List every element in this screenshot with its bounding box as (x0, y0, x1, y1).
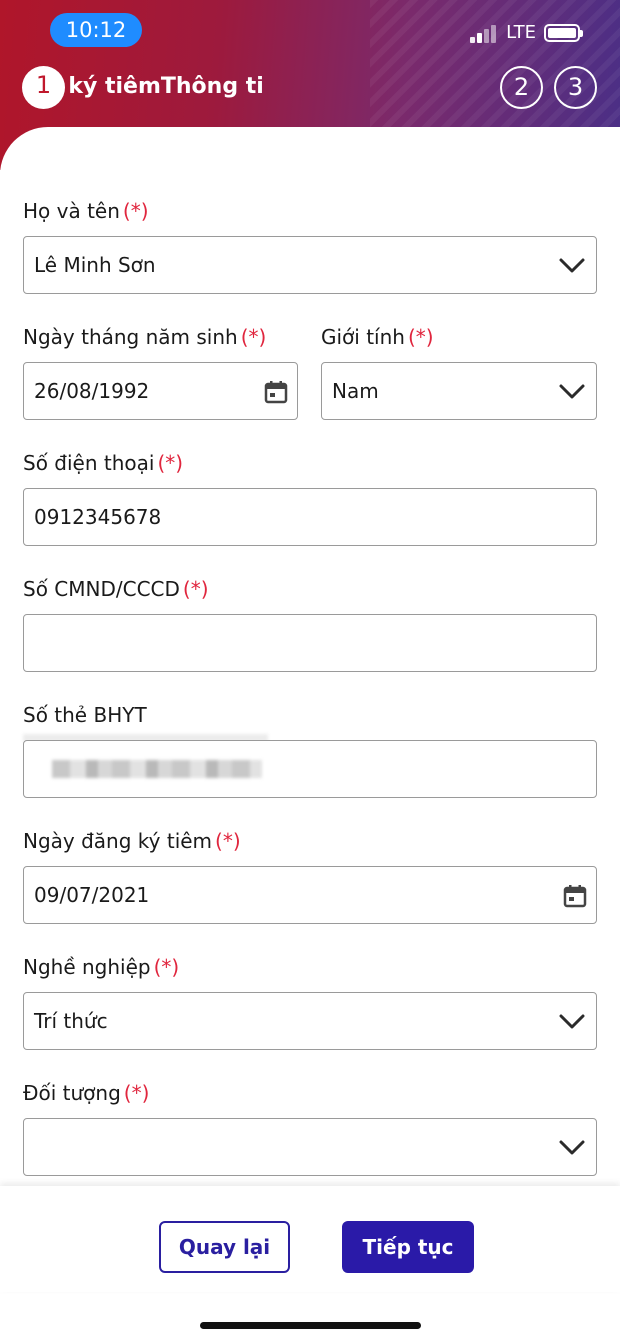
calendar-icon[interactable] (562, 883, 588, 909)
battery-icon (544, 23, 583, 42)
reg-date-label: Ngày đăng ký tiêm (*) (23, 829, 241, 853)
signal-icon (470, 23, 498, 43)
status-right: LTE (470, 22, 583, 43)
required-mark: (*) (157, 451, 184, 475)
insurance-label: Số thẻ BHYT (23, 703, 147, 727)
dob-input[interactable]: 26/08/1992 (23, 362, 298, 420)
chevron-down-icon (559, 1014, 585, 1029)
bottom-action-bar (0, 1186, 620, 1292)
step-title: Đăng ký tiêmThông ti (70, 74, 264, 99)
network-type: LTE (506, 22, 536, 43)
back-button[interactable]: Quay lại (159, 1221, 290, 1273)
step-1[interactable]: 1 (22, 66, 65, 109)
reg-date-input[interactable]: 09/07/2021 (23, 866, 597, 924)
calendar-icon[interactable] (263, 379, 289, 405)
full-name-label: Họ và tên (*) (23, 199, 149, 223)
required-mark: (*) (240, 325, 267, 349)
full-name-value: Lê Minh Sơn (34, 253, 156, 277)
redacted-value (52, 760, 262, 778)
required-mark: (*) (215, 829, 241, 853)
home-indicator[interactable] (200, 1322, 421, 1329)
gender-select[interactable]: Nam (321, 362, 597, 420)
phone-value: 0912345678 (34, 505, 162, 529)
phone-label: Số điện thoại (*) (23, 451, 184, 475)
step-2[interactable]: 2 (500, 66, 543, 109)
occupation-value: Trí thức (34, 1009, 108, 1033)
required-mark: (*) (182, 577, 209, 601)
gender-label: Giới tính (*) (321, 325, 434, 349)
chevron-down-icon (559, 1140, 585, 1155)
next-button[interactable]: Tiếp tục (342, 1221, 474, 1273)
step-3[interactable]: 3 (554, 66, 597, 109)
occupation-select[interactable]: Trí thức (23, 992, 597, 1050)
required-mark: (*) (153, 955, 180, 979)
required-mark: (*) (407, 325, 434, 349)
status-time: 10:12 (50, 13, 142, 47)
chevron-down-icon (559, 258, 585, 273)
chevron-down-icon (559, 384, 585, 399)
required-mark: (*) (122, 199, 149, 223)
phone-input[interactable]: 0912345678 (23, 488, 597, 546)
id-card-label: Số CMND/CCCD (*) (23, 577, 209, 601)
id-card-input[interactable] (23, 614, 597, 672)
dob-label: Ngày tháng năm sinh (*) (23, 325, 267, 349)
required-mark: (*) (123, 1081, 150, 1105)
target-group-select[interactable] (23, 1118, 597, 1176)
insurance-input[interactable] (23, 740, 597, 798)
target-group-label: Đối tượng (*) (23, 1081, 150, 1105)
gender-value: Nam (332, 379, 379, 403)
reg-date-value: 09/07/2021 (34, 883, 150, 907)
full-name-select[interactable]: Lê Minh Sơn (23, 236, 597, 294)
dob-value: 26/08/1992 (34, 379, 150, 403)
occupation-label: Nghề nghiệp (*) (23, 955, 180, 979)
